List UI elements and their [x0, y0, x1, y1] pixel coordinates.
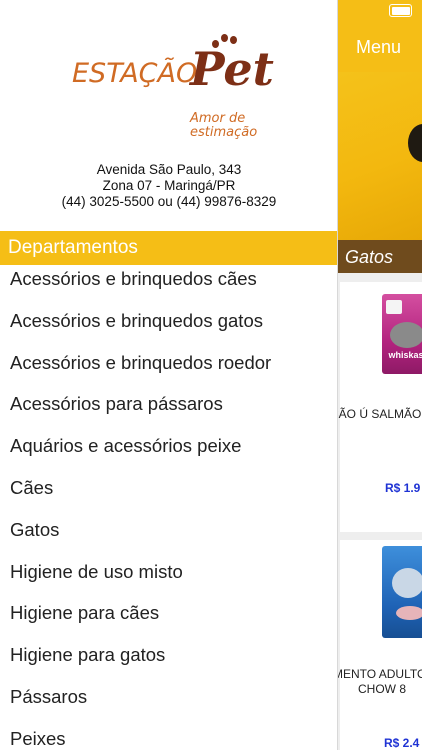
phone-line[interactable]: (44) 3025-5500 ou (44) 99876-8329	[0, 194, 338, 210]
cat-photo	[390, 322, 422, 348]
food-bowl	[396, 606, 422, 620]
paw-icon	[212, 40, 219, 48]
paw-icon	[230, 36, 237, 44]
brand-logo: whiskas	[388, 350, 422, 360]
department-item[interactable]: Acessórios e brinquedos gatos	[0, 307, 338, 349]
departments-list: Acessórios e brinquedos cães Acessórios …	[0, 265, 338, 750]
category-title: Gatos	[345, 247, 394, 267]
address-line: Zona 07 - Maringá/PR	[102, 178, 236, 193]
logo-text: ESTAÇÃO	[72, 58, 198, 89]
department-item[interactable]: Peixes	[0, 725, 338, 750]
department-item[interactable]: Higiene de uso misto	[0, 558, 338, 600]
product-image: whiskas	[382, 294, 422, 374]
category-bar: Gatos	[338, 240, 422, 273]
banner-image	[408, 124, 422, 162]
department-item[interactable]: Acessórios e brinquedos roedor	[0, 349, 338, 391]
department-item[interactable]: Higiene para cães	[0, 599, 338, 641]
promo-banner[interactable]	[338, 72, 422, 240]
cat-photo	[392, 568, 422, 598]
battery-icon	[389, 4, 412, 17]
top-bar: Menu	[338, 0, 422, 72]
section-title: Departamentos	[8, 237, 138, 258]
drawer-header: ESTAÇÃO Pet Amor de estimação Avenida Sã…	[0, 0, 338, 231]
product-image	[382, 546, 422, 638]
main-screen: Menu Gatos whiskas RAÇÃO Ú SALMÃO WH 85G…	[338, 0, 422, 750]
departments-header: Departamentos	[0, 231, 338, 265]
product-price: R$ 2.4	[384, 736, 420, 750]
product-price: R$ 1.9	[385, 481, 421, 495]
department-item[interactable]: Acessórios e brinquedos cães	[0, 265, 338, 307]
product-name: RAÇÃO Ú SALMÃO WH 85G	[338, 407, 422, 421]
department-item[interactable]: Aquários e acessórios peixe	[0, 432, 338, 474]
store-logo[interactable]: ESTAÇÃO Pet Amor de estimação	[72, 32, 274, 152]
address-line: Avenida São Paulo, 343	[96, 162, 242, 177]
store-address: Avenida São Paulo, 343 Zona 07 - Maringá…	[0, 162, 338, 210]
navigation-drawer: ESTAÇÃO Pet Amor de estimação Avenida Sã…	[0, 0, 338, 750]
product-card[interactable]: ALIMENTO ADULTO PEI CHOW 8 R$ 2.4	[338, 540, 422, 750]
product-badge	[386, 300, 402, 314]
logo-text-pet: Pet	[190, 42, 274, 96]
department-item[interactable]: Acessórios para pássaros	[0, 390, 338, 432]
paw-icon	[221, 34, 228, 42]
department-item[interactable]: Gatos	[0, 516, 338, 558]
product-name: ALIMENTO ADULTO PEI CHOW 8	[338, 667, 422, 696]
logo-tagline: Amor de estimação	[190, 111, 258, 140]
menu-title[interactable]: Menu	[356, 37, 401, 58]
department-item[interactable]: Pássaros	[0, 683, 338, 725]
drawer-divider	[337, 0, 338, 750]
department-item[interactable]: Cães	[0, 474, 338, 516]
department-item[interactable]: Higiene para gatos	[0, 641, 338, 683]
product-card[interactable]: whiskas RAÇÃO Ú SALMÃO WH 85G R$ 1.9	[338, 282, 422, 532]
